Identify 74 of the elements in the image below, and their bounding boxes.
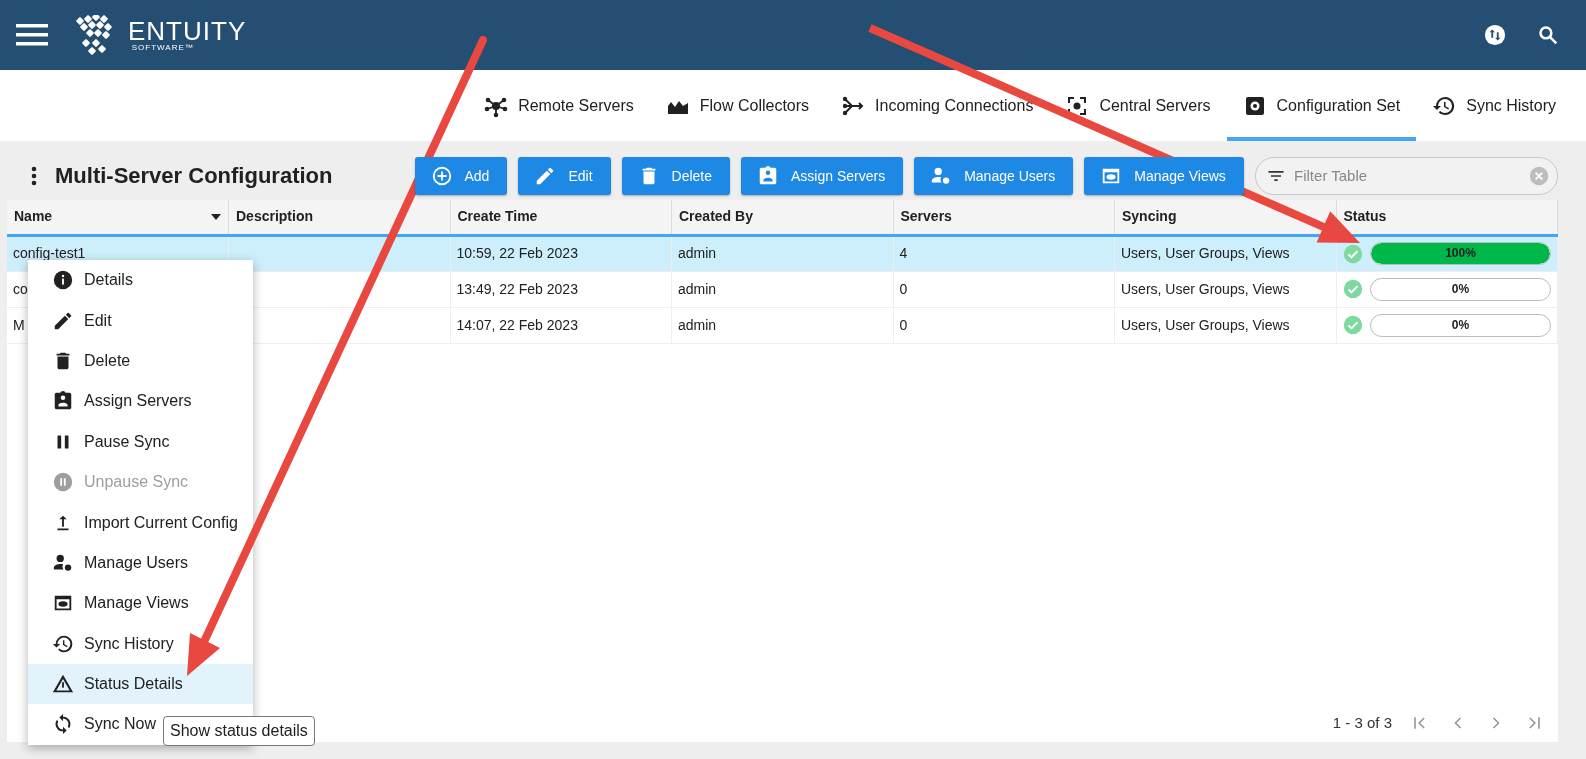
toolbar-button[interactable]: Add	[414, 157, 508, 195]
menu-item[interactable]: Sync History	[28, 623, 253, 664]
column-header-cell[interactable]: Description	[228, 200, 450, 235]
table-cell[interactable]: 4	[893, 235, 1115, 271]
table-cell[interactable]: admin	[671, 271, 893, 307]
table-cell[interactable]: 14:07, 22 Feb 2023	[450, 307, 672, 343]
logo-text: ENTUITY	[128, 18, 247, 44]
more-icon[interactable]	[31, 166, 37, 186]
column-header-cell[interactable]: Name	[7, 200, 229, 235]
page-range: 1 - 3 of 3	[1332, 712, 1392, 733]
table-cell[interactable]: 10:59, 22 Feb 2023	[450, 235, 672, 271]
nav-tab[interactable]: Sync History	[1416, 70, 1572, 141]
info-icon	[52, 269, 74, 292]
column-header-cell[interactable]: Create Time	[450, 200, 672, 235]
menu-item[interactable]: Assign Servers	[28, 381, 253, 422]
menu-item[interactable]: Edit	[28, 300, 253, 341]
column-header[interactable]: Syncing	[1122, 206, 1177, 228]
page-title: Multi-Server Configuration	[55, 162, 333, 190]
column-header-cell[interactable]: Servers	[893, 200, 1115, 235]
status-cell[interactable]: 0%	[1336, 271, 1558, 307]
table-cell[interactable]: co	[13, 280, 28, 297]
filter-input[interactable]: Filter Table	[1292, 163, 1523, 189]
pause-icon	[52, 471, 74, 494]
nav-tab[interactable]: Incoming Connections	[825, 70, 1050, 141]
menu-item[interactable]: Pause Sync	[28, 421, 253, 462]
plus-icon	[430, 165, 453, 187]
table-cell[interactable]: config-test1	[13, 245, 86, 261]
filter-field[interactable]: Filter Table	[1255, 157, 1558, 195]
toolbar-button[interactable]: Edit	[518, 157, 611, 195]
column-header[interactable]: Status	[1343, 206, 1387, 228]
table-cell[interactable]: 0	[893, 271, 1115, 307]
column-header[interactable]: Servers	[900, 206, 952, 228]
sync-icon[interactable]	[1484, 24, 1506, 46]
check-icon	[1342, 315, 1363, 335]
nav-tab[interactable]: Remote Servers	[468, 70, 650, 141]
logo-tagline: SOFTWARE™	[131, 44, 195, 52]
menu-item[interactable]: Status Details	[28, 663, 253, 705]
menu-item[interactable]: Import Current Config	[28, 502, 253, 543]
menu-item[interactable]: Details	[28, 260, 253, 301]
toolbar-button[interactable]: Manage Views	[1084, 157, 1244, 195]
toolbar-button[interactable]: Assign Servers	[741, 157, 904, 195]
menu-item[interactable]: Delete	[28, 340, 253, 382]
nav-tab[interactable]: Flow Collectors	[649, 70, 826, 141]
table-cell[interactable]: 13:49, 22 Feb 2023	[450, 271, 672, 307]
table-cell[interactable]: admin	[671, 307, 893, 343]
menu-icon[interactable]	[16, 24, 48, 46]
column-header[interactable]: Create Time	[457, 206, 538, 228]
column-header[interactable]: Description	[236, 206, 313, 228]
id-badge-icon	[757, 165, 779, 187]
menu-item[interactable]: Manage Views	[28, 583, 253, 624]
column-header[interactable]: Created By	[679, 206, 753, 228]
status-cell[interactable]: 0%	[1336, 307, 1558, 343]
menu-item[interactable]: Manage Users	[28, 542, 253, 584]
table-cell[interactable]: admin	[671, 235, 893, 271]
column-header[interactable]: Name	[14, 206, 53, 228]
toolbar-button[interactable]: Manage Users	[914, 157, 1074, 195]
progress-label: 0%	[1450, 316, 1471, 334]
status-cell[interactable]: 100%	[1336, 235, 1558, 271]
search-icon[interactable]	[1538, 25, 1558, 45]
toolbar-button[interactable]: Delete	[621, 157, 730, 195]
check-icon	[1342, 279, 1363, 299]
nav-tab[interactable]: Configuration Set	[1226, 70, 1417, 141]
table-cell[interactable]: M	[13, 316, 25, 333]
column-header-cell[interactable]: Created By	[671, 200, 893, 235]
table-cell[interactable]: Users, User Groups, Views	[1114, 235, 1336, 271]
check-icon	[1342, 243, 1363, 264]
table-cell[interactable]: Users, User Groups, Views	[1114, 307, 1336, 343]
tooltip: Show status details	[163, 716, 315, 746]
sort-caret-icon[interactable]	[211, 213, 221, 220]
progress-label: 0%	[1450, 280, 1471, 298]
table-cell[interactable]: 0	[893, 307, 1115, 343]
progress-label: 100%	[1444, 245, 1477, 262]
table-cell[interactable]: Users, User Groups, Views	[1114, 271, 1336, 307]
column-header-cell[interactable]: Status	[1336, 200, 1558, 235]
